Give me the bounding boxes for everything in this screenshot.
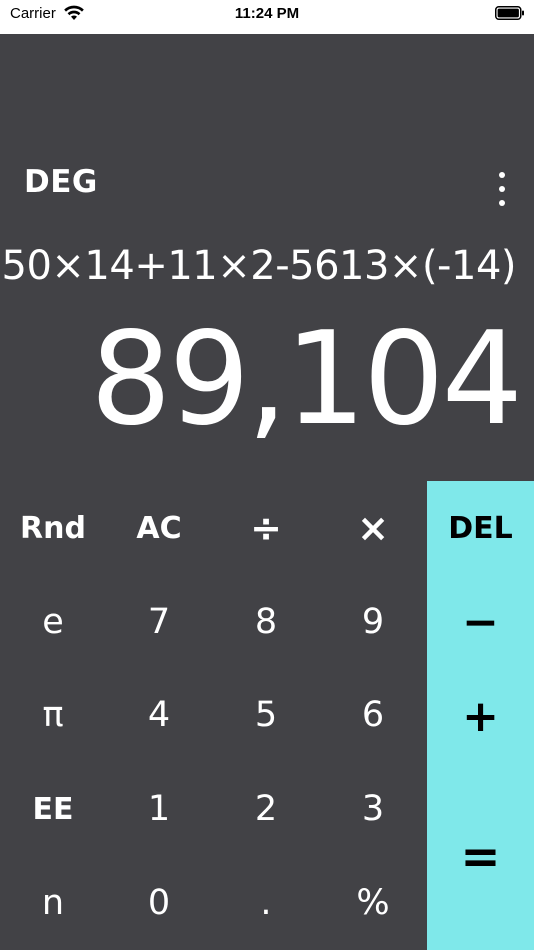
angle-mode-toggle[interactable]: DEG	[24, 164, 98, 200]
digit-5-button[interactable]: 5	[213, 668, 319, 762]
plus-button[interactable]: +	[427, 669, 534, 763]
all-clear-button[interactable]: AC	[106, 481, 212, 575]
equals-button[interactable]: =	[427, 763, 534, 950]
calculator-screen: Carrier 11:24 PM DEG 750×14+11×2-5613×(-…	[0, 0, 534, 950]
more-vertical-icon[interactable]	[492, 172, 512, 208]
digit-8-button[interactable]: 8	[213, 575, 319, 669]
digit-1-button[interactable]: 1	[106, 762, 212, 856]
n-button[interactable]: n	[0, 856, 106, 950]
digit-9-button[interactable]: 9	[320, 575, 426, 669]
divide-button[interactable]: ÷	[213, 481, 319, 575]
delete-button[interactable]: DEL	[427, 481, 534, 575]
digit-6-button[interactable]: 6	[320, 668, 426, 762]
digit-0-button[interactable]: 0	[106, 856, 212, 950]
random-button[interactable]: Rnd	[0, 481, 106, 575]
result-display: 89,104	[90, 305, 523, 454]
minus-button[interactable]: −	[427, 575, 534, 669]
decimal-point-button[interactable]: .	[213, 856, 319, 950]
operator-column: DEL − + =	[427, 481, 534, 950]
multiply-button[interactable]: ×	[320, 481, 426, 575]
digit-4-button[interactable]: 4	[106, 668, 212, 762]
digit-3-button[interactable]: 3	[320, 762, 426, 856]
digit-7-button[interactable]: 7	[106, 575, 212, 669]
euler-e-button[interactable]: e	[0, 575, 106, 669]
status-time: 11:24 PM	[234, 5, 300, 22]
expression-display: 750×14+11×2-5613×(-14)	[0, 243, 517, 289]
percent-button[interactable]: %	[320, 856, 426, 950]
exponent-ee-button[interactable]: EE	[0, 762, 106, 856]
status-bar: Carrier 11:24 PM	[0, 0, 534, 34]
battery-full-icon	[495, 6, 524, 20]
pi-button[interactable]: π	[0, 668, 106, 762]
digit-2-button[interactable]: 2	[213, 762, 319, 856]
